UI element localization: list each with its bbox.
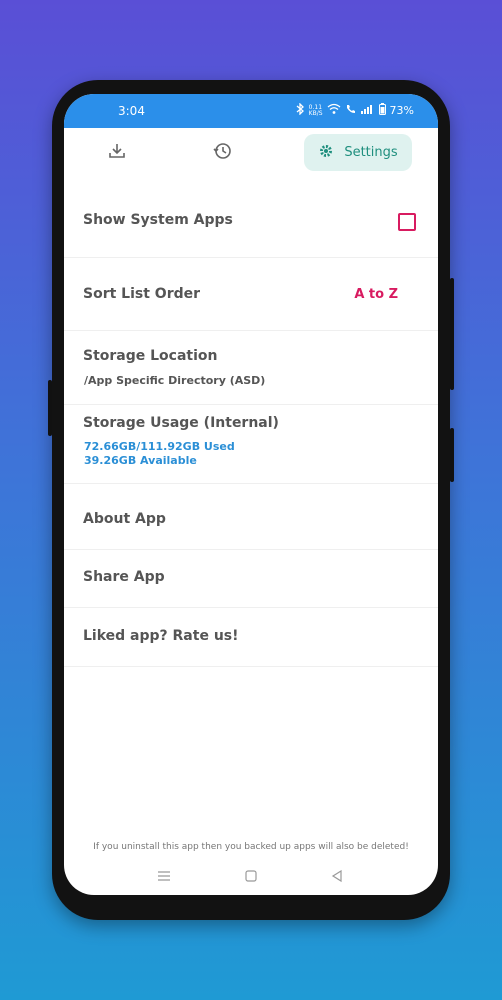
bluetooth-icon (295, 102, 305, 118)
battery-icon (378, 103, 386, 118)
home-icon[interactable] (243, 868, 259, 884)
about-app-label: About App (83, 511, 166, 527)
share-app-label: Share App (83, 569, 165, 585)
storage-location-label: Storage Location (83, 348, 218, 364)
status-time: 3:04 (118, 104, 145, 118)
sort-order-value[interactable]: A to Z (354, 287, 398, 302)
back-icon[interactable] (329, 868, 345, 884)
rate-app-label: Liked app? Rate us! (83, 628, 239, 644)
battery-percent: 73% (389, 104, 414, 117)
row-storage-usage: Storage Usage (Internal) 72.66GB/111.92G… (64, 405, 438, 484)
row-about-app[interactable]: About App (64, 484, 438, 550)
app-screen: 3:04 0.11 KB/S 73% Settings Show System … (64, 94, 438, 895)
side-button-right-power (450, 428, 454, 482)
row-sort-list-order[interactable]: Sort List Order A to Z (64, 258, 438, 331)
signal-icon (360, 104, 375, 117)
row-storage-location[interactable]: Storage Location /App Specific Directory… (64, 331, 438, 405)
storage-location-value: /App Specific Directory (ASD) (84, 374, 266, 387)
status-icons: 0.11 KB/S 73% (295, 102, 414, 118)
uninstall-warning: If you uninstall this app then you backe… (93, 842, 409, 852)
menu-icon[interactable] (156, 868, 172, 884)
toolbar: Settings (64, 128, 438, 178)
storage-available-text: 39.26GB Available (84, 454, 197, 467)
row-rate-app[interactable]: Liked app? Rate us! (64, 608, 438, 667)
side-button-right-volume (450, 278, 454, 390)
download-icon[interactable] (106, 140, 128, 162)
row-show-system-apps[interactable]: Show System Apps (64, 192, 438, 258)
side-button-left (48, 380, 52, 436)
network-speed: 0.11 KB/S (308, 103, 323, 117)
show-system-apps-label: Show System Apps (83, 212, 233, 228)
sort-list-order-label: Sort List Order (83, 286, 201, 302)
storage-used-text: 72.66GB/111.92GB Used (84, 440, 235, 453)
wifi-icon (327, 103, 341, 118)
history-icon[interactable] (212, 140, 234, 162)
call-icon (345, 103, 357, 118)
system-nav-bar (64, 868, 438, 888)
status-bar: 3:04 0.11 KB/S 73% (64, 94, 438, 128)
settings-tab-label: Settings (344, 145, 398, 160)
tab-settings[interactable]: Settings (304, 134, 412, 171)
gear-icon (318, 143, 334, 163)
row-share-app[interactable]: Share App (64, 550, 438, 608)
show-system-apps-checkbox[interactable] (398, 213, 416, 231)
storage-usage-label: Storage Usage (Internal) (83, 415, 279, 431)
